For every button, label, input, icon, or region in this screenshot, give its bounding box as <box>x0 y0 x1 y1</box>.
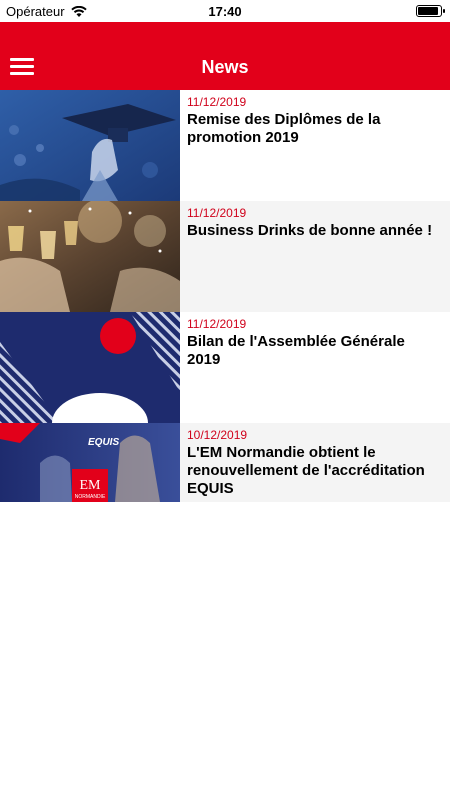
news-date: 11/12/2019 <box>187 95 247 109</box>
news-title: Business Drinks de bonne année ! <box>187 222 433 239</box>
news-date: 11/12/2019 <box>187 317 247 331</box>
page-title: News <box>201 57 249 77</box>
equis-logo: EQUIS <box>88 437 119 448</box>
news-text: 10/12/2019 L'EM Normandie obtient le ren… <box>180 423 450 502</box>
status-bar: Opérateur 17:40 <box>0 0 450 22</box>
news-item[interactable]: EQUIS EM NORMANDIE 10/12/2019 L'EM Norma… <box>0 423 450 502</box>
em-logo: EM <box>80 478 102 493</box>
news-text: 11/12/2019 Business Drinks de bonne anné… <box>180 201 450 312</box>
news-text: 11/12/2019 Bilan de l'Assemblée Générale… <box>180 312 450 423</box>
status-time: 17:40 <box>208 4 242 19</box>
news-item[interactable]: 11/12/2019 Remise des Diplômes de la pro… <box>0 90 450 201</box>
news-date: 10/12/2019 <box>187 428 248 442</box>
news-thumbnail-graduation <box>0 90 180 201</box>
nav-bar: News <box>0 22 450 90</box>
news-thumbnail-assembly <box>0 312 180 423</box>
news-text: 11/12/2019 Remise des Diplômes de la pro… <box>180 90 450 201</box>
news-list: 11/12/2019 Remise des Diplômes de la pro… <box>0 90 450 502</box>
news-thumbnail-equis: EQUIS EM NORMANDIE <box>0 423 180 502</box>
news-thumbnail-drinks <box>0 201 180 312</box>
news-item[interactable]: 11/12/2019 Bilan de l'Assemblée Générale… <box>0 312 450 423</box>
battery-icon <box>416 5 445 17</box>
news-date: 11/12/2019 <box>187 206 247 220</box>
news-title: L'EM Normandie obtient le renouvellement… <box>187 444 425 497</box>
normandie-logo: NORMANDIE <box>75 494 106 500</box>
news-item[interactable]: 11/12/2019 Business Drinks de bonne anné… <box>0 201 450 312</box>
news-title: Remise des Diplômes de la promotion 2019 <box>187 111 381 146</box>
news-title: Bilan de l'Assemblée Générale 2019 <box>187 333 405 368</box>
